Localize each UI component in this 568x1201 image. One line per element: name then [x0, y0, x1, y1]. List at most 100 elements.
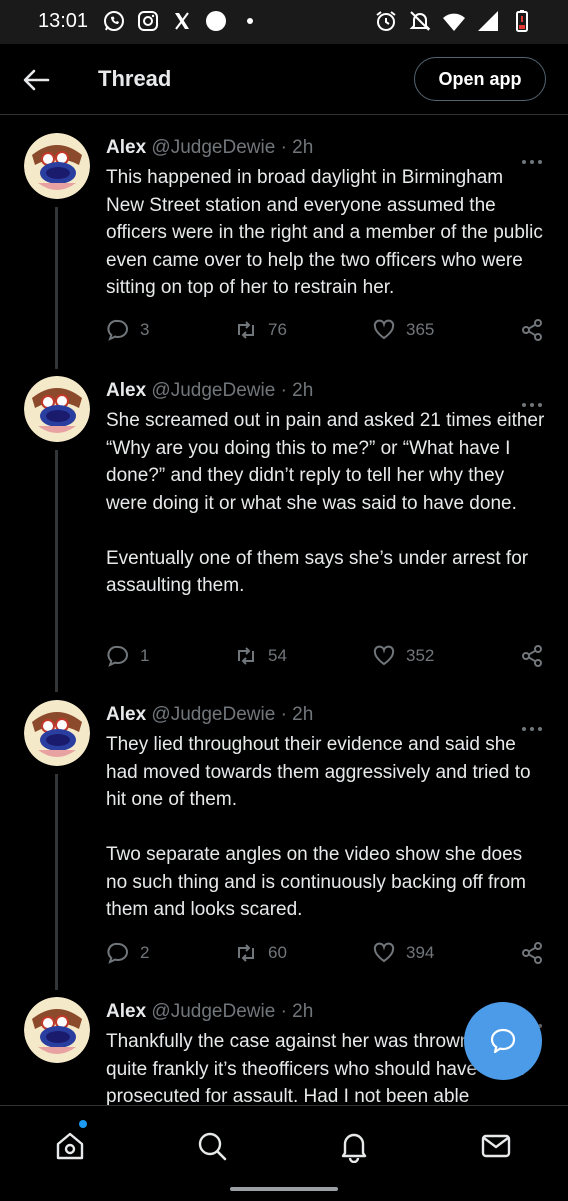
like-count: 394	[406, 943, 435, 962]
tweet-time[interactable]: 2h	[292, 704, 313, 725]
tweet-text: This happened in broad daylight in Birmi…	[106, 164, 546, 302]
meta-separator: ·	[280, 380, 287, 401]
reply-button[interactable]: 2	[106, 941, 149, 965]
avatar[interactable]	[24, 997, 90, 1063]
more-options-icon[interactable]	[520, 157, 544, 167]
alarm-icon	[376, 11, 396, 31]
user-handle[interactable]: @JudgeDewie	[151, 137, 275, 158]
x-icon	[175, 12, 189, 30]
share-button[interactable]	[520, 644, 544, 668]
dot-icon	[247, 18, 253, 24]
retweet-icon	[238, 321, 254, 339]
tweet-actions: 3 76 365	[106, 318, 546, 346]
share-icon	[522, 319, 542, 341]
tweet-time[interactable]: 2h	[292, 380, 313, 401]
avatar[interactable]	[24, 700, 90, 766]
tweet-text: She screamed out in pain and asked 21 ti…	[106, 407, 546, 600]
mute-icon	[409, 11, 431, 31]
reply-icon	[107, 645, 128, 667]
page-title: Thread	[98, 66, 172, 91]
avatar[interactable]	[24, 133, 90, 199]
reply-icon	[107, 319, 128, 341]
display-name[interactable]: Alex	[106, 137, 146, 158]
nav-search[interactable]	[192, 1126, 232, 1166]
meta-separator: ·	[280, 1001, 287, 1022]
reply-button[interactable]: 1	[106, 644, 149, 668]
more-options-icon[interactable]	[520, 400, 544, 410]
back-arrow-icon[interactable]	[20, 66, 52, 94]
retweet-button[interactable]: 76	[234, 318, 287, 342]
heart-icon	[373, 319, 395, 340]
tweet-meta: Alex @JudgeDewie · 2h	[106, 702, 546, 728]
tweet-actions: 2 60 394	[106, 941, 546, 969]
messages-icon	[481, 1134, 511, 1158]
status-time: 13:01	[38, 10, 89, 32]
user-handle[interactable]: @JudgeDewie	[151, 1001, 275, 1022]
tweet-text: They lied throughout their evidence and …	[106, 731, 546, 924]
reply-count: 3	[140, 320, 150, 339]
circle-icon	[206, 11, 226, 31]
tweet[interactable]: Alex @JudgeDewie · 2h They lied througho…	[0, 682, 568, 982]
search-icon	[198, 1132, 227, 1161]
reply-count: 2	[140, 943, 150, 962]
meta-separator: ·	[280, 704, 287, 725]
tweet[interactable]: Alex @JudgeDewie · 2h This happened in b…	[0, 115, 568, 365]
reply-icon	[107, 942, 128, 964]
share-icon	[522, 942, 542, 964]
share-button[interactable]	[520, 941, 544, 965]
tweet-paragraph: This happened in broad daylight in Birmi…	[106, 167, 543, 298]
like-button[interactable]: 394	[372, 941, 434, 965]
share-icon	[522, 645, 542, 667]
reply-fab-button[interactable]	[464, 1002, 542, 1080]
user-handle[interactable]: @JudgeDewie	[151, 380, 275, 401]
user-handle[interactable]: @JudgeDewie	[151, 704, 275, 725]
like-button[interactable]: 365	[372, 318, 434, 342]
gesture-bar[interactable]	[230, 1187, 338, 1191]
retweet-icon	[238, 647, 254, 665]
tweet-time[interactable]: 2h	[292, 1001, 313, 1022]
reply-count: 1	[140, 646, 150, 665]
wifi-icon	[443, 13, 465, 31]
whatsapp-icon	[104, 11, 124, 31]
chat-bubble-icon	[490, 1028, 516, 1054]
retweet-icon	[238, 944, 254, 962]
tweet-time[interactable]: 2h	[292, 137, 313, 158]
tweet-meta: Alex @JudgeDewie · 2h	[106, 378, 546, 404]
tweet-paragraph: Two separate angles on the video show sh…	[106, 844, 527, 920]
reply-button[interactable]: 3	[106, 318, 149, 342]
meta-separator: ·	[280, 137, 287, 158]
tweet-paragraph: She screamed out in pain and asked 21 ti…	[106, 410, 545, 514]
tweet-paragraph: Eventually one of them says she’s under …	[106, 547, 529, 597]
retweet-count: 54	[268, 646, 287, 665]
tweet-paragraph: They lied throughout their evidence and …	[106, 734, 531, 810]
signal-icon	[478, 11, 498, 31]
nav-home[interactable]	[50, 1126, 90, 1166]
like-count: 365	[406, 320, 435, 339]
like-count: 352	[406, 646, 435, 665]
retweet-count: 60	[268, 943, 287, 962]
avatar[interactable]	[24, 376, 90, 442]
tweet-actions: 1 54 352	[106, 644, 546, 672]
heart-icon	[373, 942, 395, 963]
display-name[interactable]: Alex	[106, 1001, 146, 1022]
more-options-icon[interactable]	[520, 724, 544, 734]
battery-low-icon	[516, 10, 528, 32]
retweet-button[interactable]: 60	[234, 941, 287, 965]
retweet-count: 76	[268, 320, 287, 339]
heart-icon	[373, 645, 395, 666]
notifications-icon	[341, 1133, 367, 1163]
share-button[interactable]	[520, 318, 544, 342]
nav-notifications[interactable]	[334, 1126, 374, 1166]
tweet-meta: Alex @JudgeDewie · 2h	[106, 135, 546, 161]
nav-messages[interactable]	[476, 1126, 516, 1166]
display-name[interactable]: Alex	[106, 704, 146, 725]
home-icon	[56, 1132, 84, 1160]
thread-list: Alex @JudgeDewie · 2h This happened in b…	[0, 115, 568, 1105]
instagram-icon	[138, 11, 158, 31]
open-app-button[interactable]: Open app	[414, 57, 546, 101]
tweet[interactable]: Alex @JudgeDewie · 2h She screamed out i…	[0, 358, 568, 688]
like-button[interactable]: 352	[372, 644, 434, 668]
thread-header: Thread Open app	[0, 44, 568, 115]
retweet-button[interactable]: 54	[234, 644, 287, 668]
display-name[interactable]: Alex	[106, 380, 146, 401]
